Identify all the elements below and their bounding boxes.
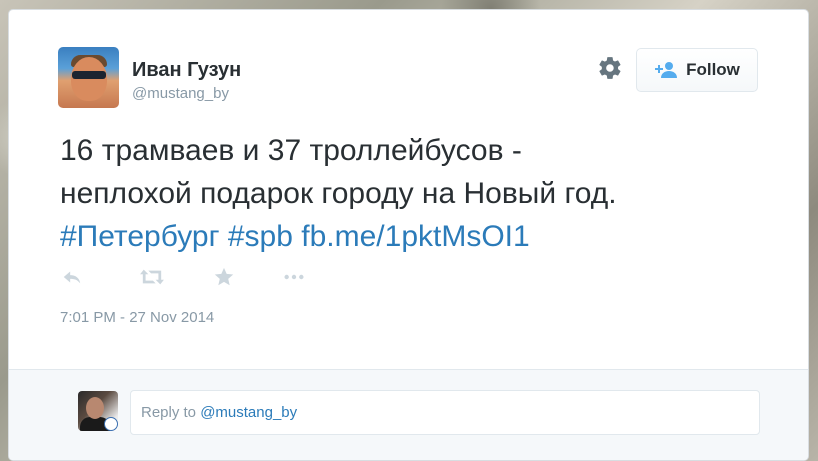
hashtag-link-spb[interactable]: #spb <box>228 220 293 253</box>
star-icon[interactable] <box>211 265 237 289</box>
tweet-card: Иван Гузун @mustang_by Follow 16 трамвае… <box>8 9 809 461</box>
tweet-timestamp[interactable]: 7:01 PM - 27 Nov 2014 <box>60 309 214 326</box>
url-link[interactable]: fb.me/1pktMsOI1 <box>301 220 529 253</box>
reply-icon[interactable] <box>59 265 85 289</box>
reply-bar: Reply to @mustang_by <box>9 369 808 460</box>
author-screen-name[interactable]: @mustang_by <box>132 85 229 102</box>
retweet-icon[interactable] <box>137 265 167 289</box>
add-user-icon <box>654 61 678 79</box>
reply-placeholder-prefix: Reply to <box>141 404 201 421</box>
tweet-text: 16 трамваев и 37 троллейбусов - неплохой… <box>60 129 780 258</box>
hashtag-link-peterburg[interactable]: #Петербург <box>60 220 220 253</box>
more-icon[interactable] <box>281 265 307 289</box>
tweet-line-2: неплохой подарок городу на Новый год. <box>60 177 617 210</box>
reply-input[interactable]: Reply to @mustang_by <box>130 390 760 435</box>
author-display-name[interactable]: Иван Гузун <box>132 59 241 82</box>
follow-label: Follow <box>686 60 740 79</box>
tweet-line-3: #Петербург #spb fb.me/1pktMsOI1 <box>60 215 780 258</box>
author-avatar[interactable] <box>58 47 119 108</box>
reply-placeholder-mention: @mustang_by <box>200 404 298 421</box>
tweet-line-1: 16 трамваев и 37 троллейбусов - <box>60 134 522 167</box>
gear-icon[interactable] <box>597 55 623 81</box>
current-user-avatar <box>78 391 118 431</box>
follow-button[interactable]: Follow <box>636 48 758 92</box>
